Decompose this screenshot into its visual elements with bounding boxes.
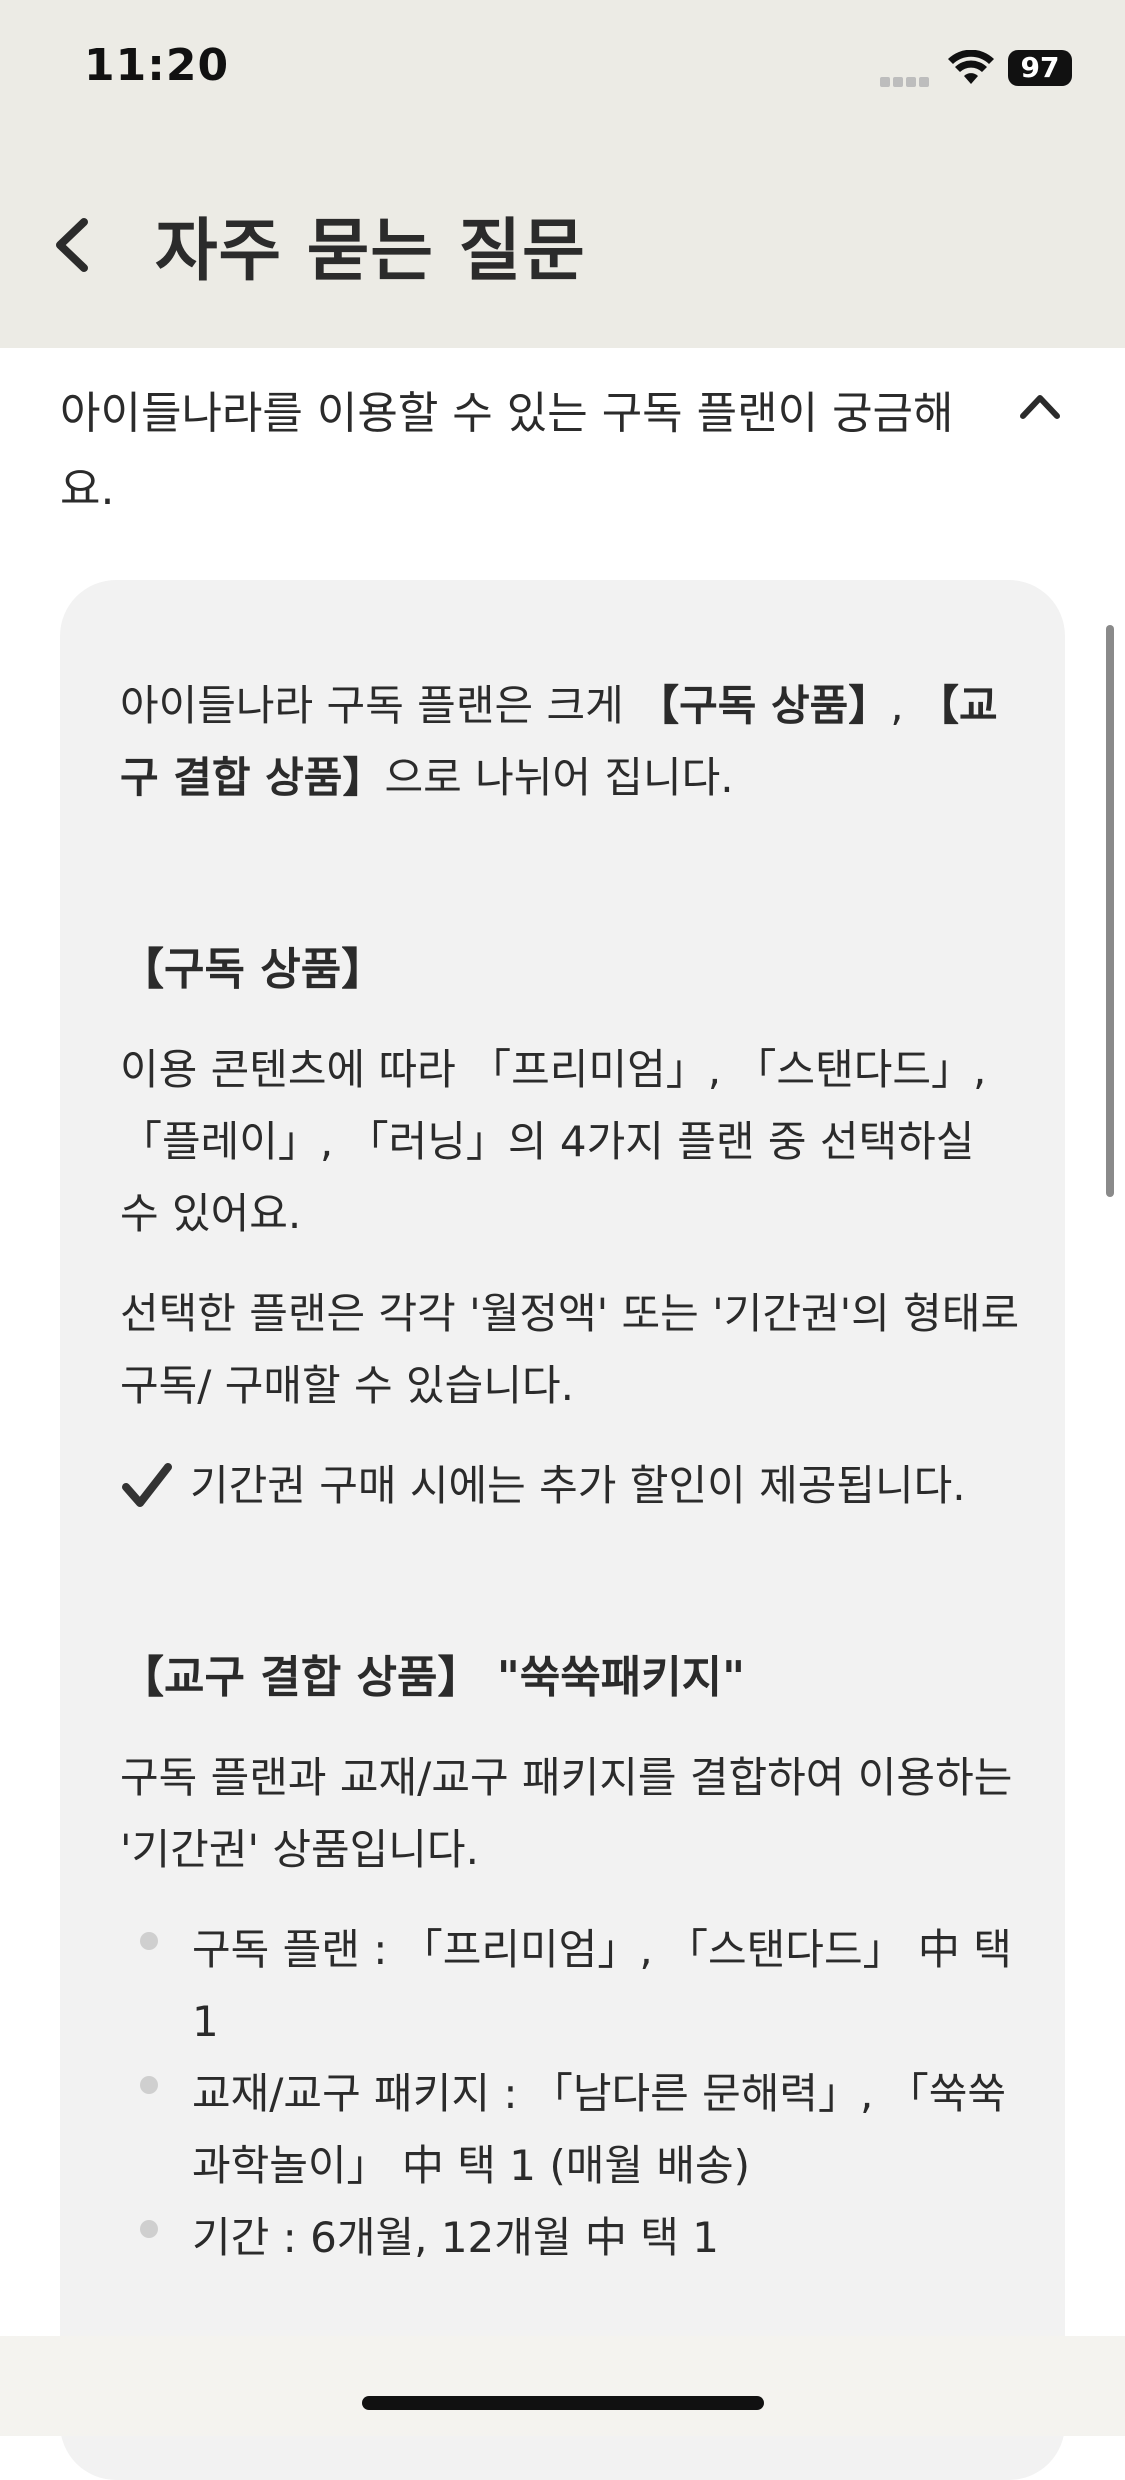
app-header: 자주 묻는 질문 xyxy=(0,140,1125,348)
home-indicator-area xyxy=(0,2336,1125,2436)
bullet-dot-icon xyxy=(140,1932,158,1950)
intro-separator: , xyxy=(890,681,917,730)
bullet-dot-icon xyxy=(140,2076,158,2094)
faq-question-row[interactable]: 아이들나라를 이용할 수 있는 구독 플랜이 궁금해요. xyxy=(0,348,1125,548)
bullet-dot-icon xyxy=(140,2220,158,2238)
status-time: 11:20 xyxy=(84,40,230,91)
section-heading-bundle: 【교구 결합 상품】 "쑥쑥패키지" xyxy=(120,1652,746,1703)
section-heading-subscription: 【구독 상품】 xyxy=(120,944,386,995)
back-button[interactable] xyxy=(40,200,110,290)
intro-bold-subscription: 【구독 상품】 xyxy=(637,681,891,730)
page-title: 자주 묻는 질문 xyxy=(155,212,586,291)
section1-paragraph-payment: 선택한 플랜은 각각 '월정액' 또는 '기간권'의 형태로 구독/ 구매할 수… xyxy=(120,1289,1020,1410)
section1-paragraph-plans: 이용 콘텐츠에 따라 「프리미엄」, 「스탠다드」, 「플레이」, 「러닝」의 … xyxy=(120,1045,987,1238)
intro-prefix: 아이들나라 구독 플랜은 크게 xyxy=(120,681,638,730)
answer-intro: 아이들나라 구독 플랜은 크게 【구독 상품】, 【교구 결합 상품】으로 나뉘… xyxy=(120,670,1020,814)
list-item-text: 기간 : 6개월, 12개월 中 택 1 xyxy=(192,2213,719,2262)
chevron-up-icon[interactable] xyxy=(1015,386,1065,426)
list-item: 구독 플랜 : 「프리미엄」, 「스탠다드」 中 택 1 xyxy=(120,1914,1020,2058)
checkmark-icon xyxy=(122,1463,172,1507)
faq-answer: 아이들나라 구독 플랜은 크게 【구독 상품】, 【교구 결합 상품】으로 나뉘… xyxy=(120,670,1020,2274)
list-item: 교재/교구 패키지 : 「남다른 문해력」, 「쑥쑥 과학놀이」 中 택 1 (… xyxy=(120,2058,1020,2202)
discount-note-text: 기간권 구매 시에는 추가 할인이 제공됩니다. xyxy=(190,1461,966,1510)
list-item: 기간 : 6개월, 12개월 中 택 1 xyxy=(120,2202,1020,2274)
section2-paragraph: 구독 플랜과 교재/교구 패키지를 결합하여 이용하는 '기간권' 상품입니다. xyxy=(120,1753,1013,1874)
discount-note: 기간권 구매 시에는 추가 할인이 제공됩니다. xyxy=(120,1450,1020,1522)
list-item-text: 교재/교구 패키지 : 「남다른 문해력」, 「쑥쑥 과학놀이」 中 택 1 (… xyxy=(192,2069,1007,2190)
list-item-text: 구독 플랜 : 「프리미엄」, 「스탠다드」 中 택 1 xyxy=(192,1925,1012,2046)
battery-icon: 97 xyxy=(1008,50,1072,86)
intro-suffix: 으로 나뉘어 집니다. xyxy=(384,753,734,802)
bundle-details-list: 구독 플랜 : 「프리미엄」, 「스탠다드」 中 택 1 교재/교구 패키지 :… xyxy=(120,1914,1020,2274)
home-indicator[interactable] xyxy=(362,2396,764,2410)
signal-icon xyxy=(880,72,934,87)
status-bar: 11:20 97 xyxy=(0,0,1125,140)
chevron-left-icon xyxy=(56,218,88,272)
scrollbar[interactable] xyxy=(1106,625,1114,1197)
faq-question: 아이들나라를 이용할 수 있는 구독 플랜이 궁금해요. xyxy=(60,388,954,515)
wifi-icon xyxy=(948,50,994,84)
faq-answer-card: 아이들나라 구독 플랜은 크게 【구독 상품】, 【교구 결합 상품】으로 나뉘… xyxy=(60,580,1065,2480)
